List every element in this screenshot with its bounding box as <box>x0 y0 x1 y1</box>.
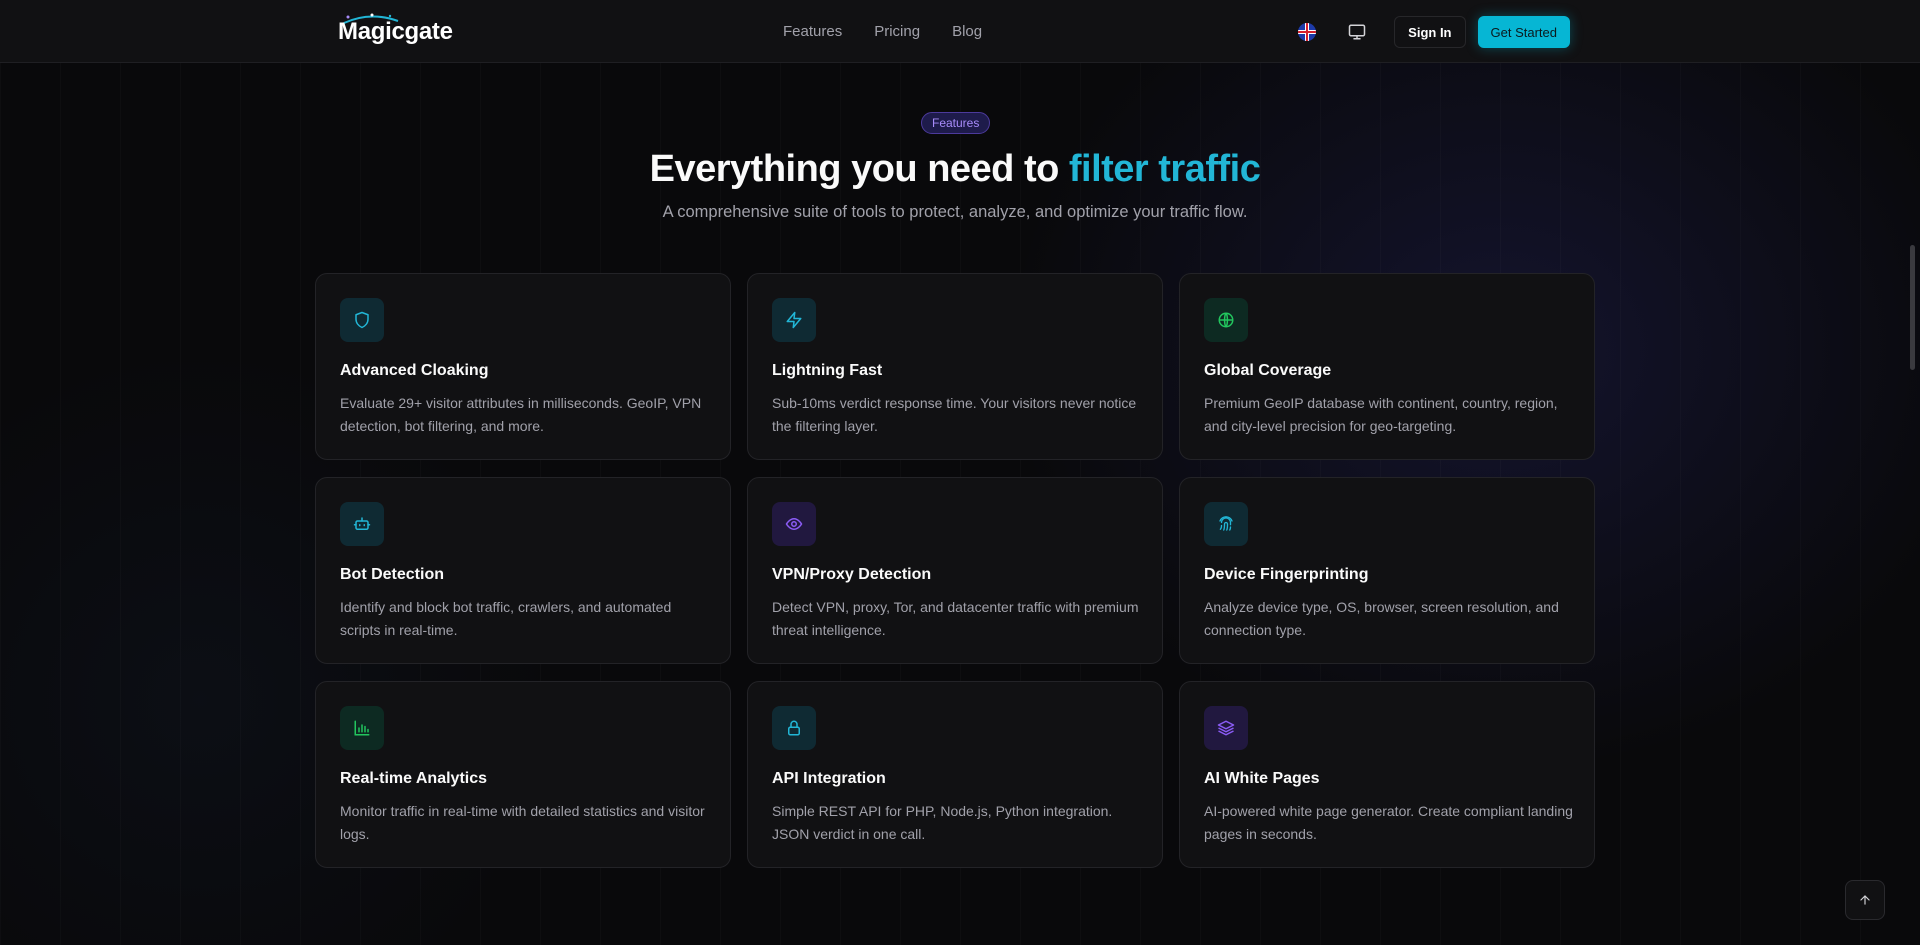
headline-plain: Everything you need to <box>649 148 1069 190</box>
feature-description: Evaluate 29+ visitor attributes in milli… <box>340 395 702 434</box>
nav-link-blog[interactable]: Blog <box>952 23 982 40</box>
feature-description: Simple REST API for PHP, Node.js, Python… <box>772 803 1113 842</box>
feature-description: Monitor traffic in real-time with detail… <box>340 803 705 842</box>
feature-description: Detect VPN, proxy, Tor, and datacenter t… <box>772 599 1139 638</box>
nav-actions: Sign In Get Started <box>1298 16 1570 48</box>
lock-icon <box>772 706 816 750</box>
feature-card-device-fingerprinting: Device Fingerprinting Analyze device typ… <box>1179 477 1595 664</box>
section-badge: Features <box>921 112 991 134</box>
feature-title: Real-time Analytics <box>340 770 488 787</box>
main-nav: Features Pricing Blog <box>783 23 982 40</box>
lightning-icon <box>772 298 816 342</box>
feature-title: Global Coverage <box>1204 362 1332 379</box>
bar-chart-icon <box>340 706 384 750</box>
feature-title: Device Fingerprinting <box>1204 566 1369 583</box>
globe-icon <box>1204 298 1248 342</box>
top-navbar: Magicgate Features Pricing Blog Sign In … <box>0 0 1920 63</box>
bot-icon <box>340 502 384 546</box>
arrow-up-icon <box>1860 895 1870 905</box>
section-headline: Everything you need to filter traffic <box>0 148 1910 191</box>
nav-link-features[interactable]: Features <box>783 23 842 40</box>
brand-logo[interactable]: Magicgate <box>338 18 453 46</box>
scroll-to-top-button[interactable] <box>1845 880 1885 920</box>
feature-card-bot-detection: Bot Detection Identify and block bot tra… <box>315 477 731 664</box>
monitor-icon[interactable] <box>1346 21 1368 43</box>
fingerprint-icon <box>1204 502 1248 546</box>
feature-title: API Integration <box>772 770 886 787</box>
feature-card-lightning-fast: Lightning Fast Sub-10ms verdict response… <box>747 273 1163 460</box>
section-subtitle: A comprehensive suite of tools to protec… <box>662 203 1248 221</box>
get-started-button[interactable]: Get Started <box>1477 16 1570 48</box>
feature-description: Analyze device type, OS, browser, screen… <box>1204 599 1559 638</box>
uk-flag-icon[interactable] <box>1298 23 1317 41</box>
feature-description: Identify and block bot traffic, crawlers… <box>340 599 672 638</box>
feature-card-ai-white-pages: AI White Pages AI-powered white page gen… <box>1179 681 1595 868</box>
feature-title: VPN/Proxy Detection <box>772 566 932 583</box>
feature-title: Lightning Fast <box>772 362 883 379</box>
headline-accent: filter traffic <box>1068 148 1261 190</box>
eye-icon <box>772 502 816 546</box>
feature-card-real-time-analytics: Real-time Analytics Monitor traffic in r… <box>315 681 731 868</box>
feature-title: Bot Detection <box>340 566 444 583</box>
feature-card-advanced-cloaking: Advanced Cloaking Evaluate 29+ visitor a… <box>315 273 731 460</box>
feature-description: Sub-10ms verdict response time. Your vis… <box>772 395 1137 434</box>
feature-description: Premium GeoIP database with continent, c… <box>1204 395 1558 434</box>
feature-title: Advanced Cloaking <box>340 362 489 379</box>
shield-icon <box>340 298 384 342</box>
feature-title: AI White Pages <box>1204 770 1320 787</box>
feature-description: AI-powered white page generator. Create … <box>1204 803 1573 842</box>
feature-card-vpn-proxy-detection: VPN/Proxy Detection Detect VPN, proxy, T… <box>747 477 1163 664</box>
layers-icon <box>1204 706 1248 750</box>
page-scrollbar[interactable] <box>1910 245 1915 370</box>
nav-link-pricing[interactable]: Pricing <box>874 23 920 40</box>
feature-card-api-integration: API Integration Simple REST API for PHP,… <box>747 681 1163 868</box>
sign-in-button[interactable]: Sign In <box>1394 16 1466 48</box>
feature-card-global-coverage: Global Coverage Premium GeoIP database w… <box>1179 273 1595 460</box>
